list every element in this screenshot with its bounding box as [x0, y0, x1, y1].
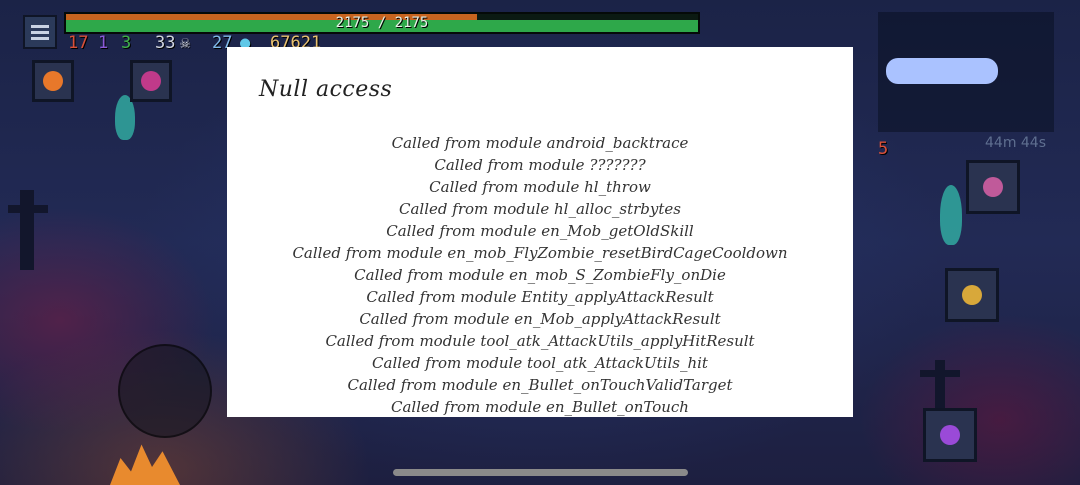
run-timer: 44m 44s: [985, 135, 1047, 151]
ghost-flame: [940, 185, 962, 245]
grave-silhouette: [20, 190, 34, 270]
skill-slot-middle[interactable]: [945, 268, 999, 322]
error-dialog: Null access Called from module android_b…: [227, 47, 853, 417]
curse-count: 5: [878, 139, 889, 159]
stack-trace-line: Called from module tool_atk_AttackUtils_…: [372, 354, 708, 372]
stack-trace-line: Called from module en_Mob_getOldSkill: [386, 222, 694, 240]
stack-trace-line: Called from module en_Bullet_onTouch: [391, 398, 689, 416]
bomb-item-icon: [43, 71, 63, 91]
minimap: [878, 12, 1054, 132]
stack-trace-line: Called from module en_Mob_applyAttackRes…: [359, 310, 721, 328]
stack-trace-line: Called from module hl_alloc_strbytes: [399, 200, 681, 218]
brutality-stat: 17: [68, 33, 89, 53]
skill-icon: [983, 177, 1003, 197]
stack-trace-line: Called from module ???????: [434, 156, 646, 174]
magic-item-icon: [141, 71, 161, 91]
home-indicator[interactable]: [393, 469, 688, 476]
dialog-title: Null access: [259, 77, 393, 102]
health-bar: 2175 / 2175: [64, 12, 700, 34]
tactics-stat: 1: [98, 33, 109, 53]
stack-trace: Called from module android_backtrace Call…: [227, 132, 853, 417]
minimap-explored-area: [886, 58, 998, 84]
item-slot-right[interactable]: [130, 60, 172, 102]
survival-stat: 3: [121, 33, 132, 53]
skill-icon: [962, 285, 982, 305]
skill-slot-bottom[interactable]: [923, 408, 977, 462]
virtual-joystick[interactable]: [118, 344, 212, 438]
menu-bar: [31, 37, 49, 40]
stack-trace-line: Called from module hl_throw: [429, 178, 651, 196]
item-slot-left[interactable]: [32, 60, 74, 102]
kill-count: 33: [155, 33, 176, 53]
stack-trace-line: Called from module en_Bullet_onTouchVali…: [347, 376, 733, 394]
menu-bar: [31, 31, 49, 34]
fire-hazard: [110, 444, 180, 485]
stack-trace-line: Called from module Entity_applyAttackRes…: [366, 288, 714, 306]
stack-trace-line: Called from module android_backtrace: [391, 134, 689, 152]
stack-trace-line: Called from module tool_atk_AttackUtils_…: [325, 332, 755, 350]
menu-bar: [31, 25, 49, 28]
skill-slot-top[interactable]: [966, 160, 1020, 214]
health-text: 2175 / 2175: [335, 15, 429, 31]
skull-icon: ☠: [180, 33, 191, 53]
stack-trace-line: Called from module en_mob_FlyZombie_rese…: [292, 244, 788, 262]
grave-silhouette: [8, 205, 48, 213]
grave-silhouette: [920, 370, 960, 377]
skill-icon: [940, 425, 960, 445]
menu-button[interactable]: [23, 15, 57, 49]
stack-trace-line: Called from module en_mob_S_ZombieFly_on…: [354, 266, 726, 284]
